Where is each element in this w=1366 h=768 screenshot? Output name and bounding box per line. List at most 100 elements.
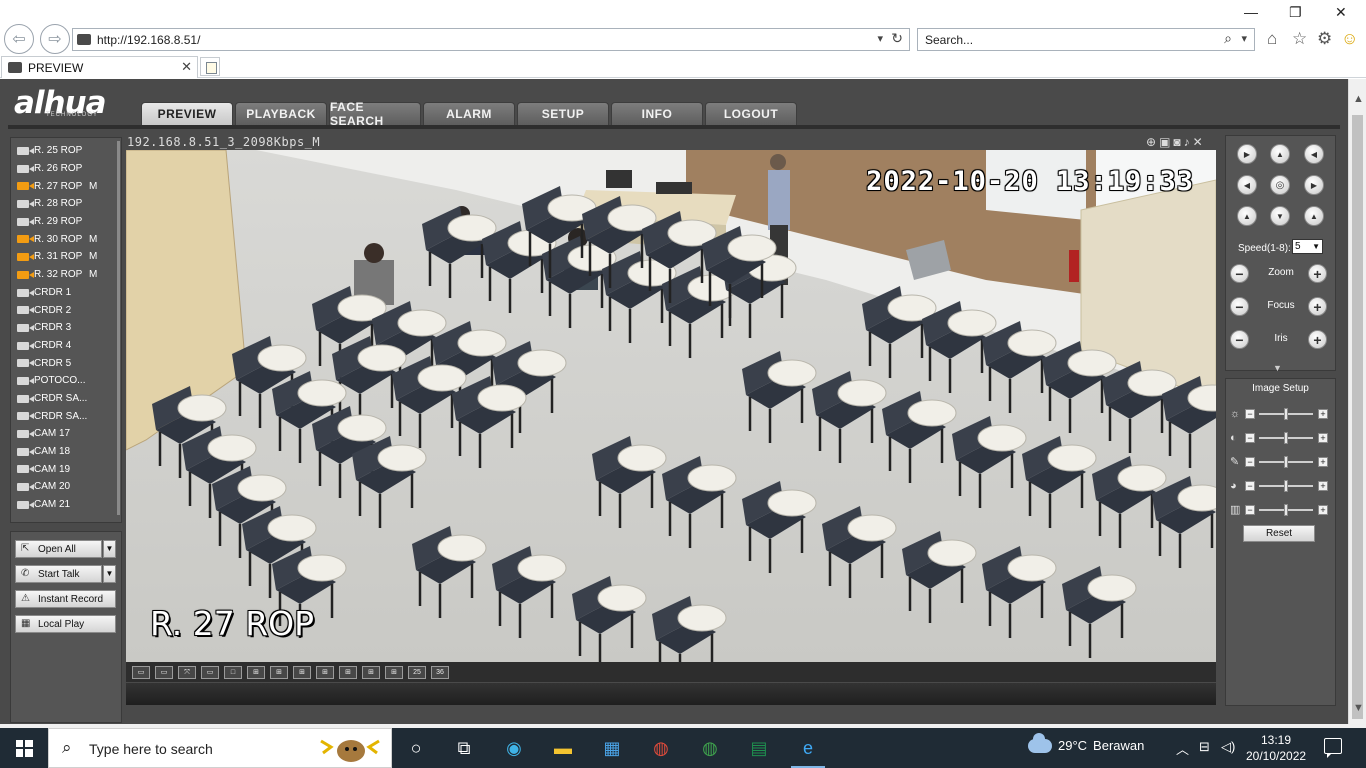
taskbar-search[interactable]: ⌕ Type here to search <box>48 728 392 768</box>
camera-list-item[interactable]: CAM 18 <box>11 443 117 461</box>
layout-button-11[interactable]: ⊞ <box>362 665 380 679</box>
nav-tab-preview[interactable]: PREVIEW <box>141 102 233 125</box>
camera-list-item[interactable]: CAM 20 <box>11 478 117 496</box>
slider-thumb[interactable] <box>1284 408 1288 420</box>
layout-button-5[interactable]: □ <box>224 665 242 679</box>
ptz-down-button[interactable]: ▼ <box>1270 206 1290 226</box>
layout-button-6[interactable]: ⊞ <box>247 665 265 679</box>
nav-tab-alarm[interactable]: ALARM <box>423 102 515 125</box>
address-bar[interactable]: http://192.168.8.51/ ▾ ↻ <box>72 28 910 51</box>
camera-list-item[interactable]: CAM 19 <box>11 460 117 478</box>
volume-icon[interactable]: ◁) <box>1221 739 1235 755</box>
focus-minus-button[interactable]: − <box>1230 297 1249 316</box>
slider-thumb[interactable] <box>1284 480 1288 492</box>
camera-list-item[interactable]: CRDR 4 <box>11 337 117 355</box>
layout-button-9[interactable]: ⊞ <box>316 665 334 679</box>
slider-decrease-button[interactable]: − <box>1245 457 1255 467</box>
audio-icon[interactable]: ♪ <box>1184 135 1190 149</box>
camera-list-item[interactable]: CRDR 5 <box>11 354 117 372</box>
browser-search-box[interactable]: Search... ⌕ ▾ <box>917 28 1255 51</box>
ptz-up-button[interactable]: ▲ <box>1270 144 1290 164</box>
internet-explorer-icon[interactable]: e <box>791 736 825 768</box>
search-icon[interactable]: ⌕ <box>1224 30 1232 47</box>
weather-widget[interactable]: 29°C Berawan <box>1028 732 1144 753</box>
chrome-profile-icon[interactable]: ◍ <box>648 736 674 760</box>
new-tab-button[interactable] <box>200 57 220 76</box>
instant-record-button[interactable]: ⚠ Instant Record <box>15 590 116 608</box>
chrome-icon[interactable]: ◍ <box>697 736 723 760</box>
layout-button-10[interactable]: ⊞ <box>339 665 357 679</box>
record-icon[interactable]: ◙ <box>1173 135 1180 149</box>
camera-list-item[interactable]: R. 30 ROP M <box>11 230 117 248</box>
slider-increase-button[interactable]: + <box>1318 481 1328 491</box>
camera-list-item[interactable]: CRDR 3 <box>11 319 117 337</box>
close-tab-icon[interactable]: ✕ <box>181 59 192 75</box>
address-dropdown-icon[interactable]: ▾ <box>877 32 883 45</box>
camera-list-item[interactable]: R. 29 ROP <box>11 213 117 231</box>
camera-list-item[interactable]: R. 32 ROP M <box>11 266 117 284</box>
camera-list-item[interactable]: POTOCO... <box>11 372 117 390</box>
layout-button-14[interactable]: 36 <box>431 665 449 679</box>
slider-increase-button[interactable]: + <box>1318 409 1328 419</box>
start-talk-dropdown[interactable]: ▼ <box>103 565 116 583</box>
edge-icon[interactable]: ◉ <box>501 736 527 760</box>
back-button[interactable]: ⇦ <box>4 24 34 54</box>
tray-chevron-icon[interactable]: ︿ <box>1176 739 1189 758</box>
ptz-right-button[interactable]: ▶ <box>1304 175 1324 195</box>
nav-tab-setup[interactable]: SETUP <box>517 102 609 125</box>
focus-plus-button[interactable]: + <box>1308 297 1327 316</box>
start-button[interactable] <box>0 728 48 768</box>
zoom-plus-button[interactable]: + <box>1308 264 1327 283</box>
slider-increase-button[interactable]: + <box>1318 457 1328 467</box>
forward-button[interactable]: ⇨ <box>40 24 70 54</box>
ptz-left-down-button[interactable]: ▲ <box>1237 206 1257 226</box>
video-feed[interactable]: 2022-10-20 13:19:33 R. 27 ROP <box>126 150 1216 662</box>
start-talk-button[interactable]: ✆ Start Talk <box>15 565 102 583</box>
slider-thumb[interactable] <box>1284 432 1288 444</box>
refresh-icon[interactable]: ↻ <box>891 30 903 47</box>
camera-list-item[interactable]: CRDR SA... <box>11 407 117 425</box>
reset-button[interactable]: Reset <box>1243 525 1315 542</box>
camera-list-item[interactable]: R. 28 ROP <box>11 195 117 213</box>
favorites-star-icon[interactable]: ☆ <box>1292 29 1307 49</box>
nav-tab-face-search[interactable]: FACE SEARCH <box>329 100 421 128</box>
clock[interactable]: 13:19 20/10/2022 <box>1246 732 1306 764</box>
browser-tab-preview[interactable]: PREVIEW ✕ <box>1 56 198 78</box>
camera-list-item[interactable]: CAM 21 <box>11 496 117 514</box>
open-all-dropdown[interactable]: ▼ <box>103 540 116 558</box>
slider-thumb[interactable] <box>1284 504 1288 516</box>
close-window-button[interactable]: ✕ <box>1335 4 1347 21</box>
layout-button-2[interactable]: ▭ <box>155 665 173 679</box>
ptz-right-up-button[interactable]: ◀ <box>1304 144 1324 164</box>
nav-tab-logout[interactable]: LOGOUT <box>705 102 797 125</box>
feedback-smiley-icon[interactable]: ☺ <box>1341 29 1358 49</box>
layout-button-7[interactable]: ⊞ <box>270 665 288 679</box>
ptz-left-up-button[interactable]: ▶ <box>1237 144 1257 164</box>
search-dropdown-icon[interactable]: ▾ <box>1241 32 1247 45</box>
close-video-icon[interactable]: ✕ <box>1193 135 1203 149</box>
minimize-button[interactable]: — <box>1244 4 1258 20</box>
camera-list-item[interactable]: CRDR 2 <box>11 301 117 319</box>
slider-increase-button[interactable]: + <box>1318 433 1328 443</box>
ptz-right-down-button[interactable]: ▲ <box>1304 206 1324 226</box>
slider-decrease-button[interactable]: − <box>1245 505 1255 515</box>
layout-button-3[interactable]: ⤧ <box>178 665 196 679</box>
camera-list-item[interactable]: CAM 17 <box>11 425 117 443</box>
iris-plus-button[interactable]: + <box>1308 330 1327 349</box>
ptz-3d-position-button[interactable]: ◎ <box>1270 175 1290 195</box>
layout-button-13[interactable]: 25 <box>408 665 426 679</box>
zoom-icon[interactable]: ⊕ <box>1146 135 1156 149</box>
snapshot-icon[interactable]: ▣ <box>1159 135 1170 149</box>
camera-list-item[interactable]: R. 31 ROP M <box>11 248 117 266</box>
collapse-chevron-icon[interactable]: ▼ <box>1273 363 1282 373</box>
nav-tab-info[interactable]: INFO <box>611 102 703 125</box>
layout-button-4[interactable]: ▭ <box>201 665 219 679</box>
scroll-up-icon[interactable]: ▲ <box>1353 93 1364 105</box>
notification-icon[interactable] <box>1324 738 1342 758</box>
page-scrollbar[interactable]: ▲ ▼ <box>1348 79 1366 724</box>
local-play-button[interactable]: ▦ Local Play <box>15 615 116 633</box>
slider-decrease-button[interactable]: − <box>1245 433 1255 443</box>
task-view-icon[interactable]: ⧉ <box>451 736 477 760</box>
settings-gear-icon[interactable]: ⚙ <box>1317 29 1332 49</box>
cortana-icon[interactable]: ○ <box>403 736 429 760</box>
